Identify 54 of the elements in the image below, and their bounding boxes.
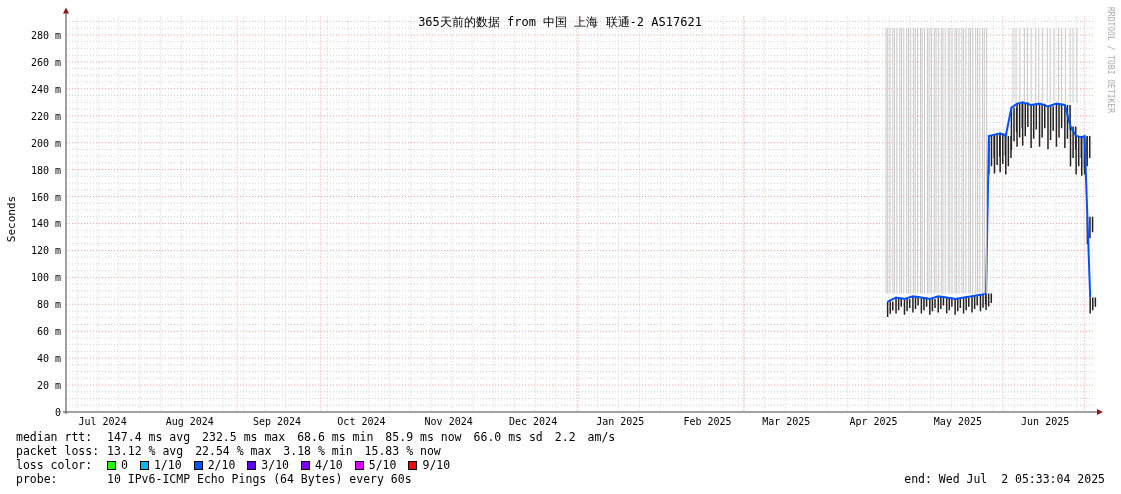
legend-value: 5/10 [368, 458, 397, 472]
legend-value: 0 [121, 458, 128, 472]
legend-value: 2/10 [207, 458, 236, 472]
legend-value: 66.0 ms sd [473, 430, 543, 444]
legend-value: 1/10 [153, 458, 182, 472]
x-tick-label: Oct 2024 [337, 416, 386, 427]
legend-value: 2.2 [554, 430, 576, 444]
legend-value: 3.18 % min [283, 444, 353, 458]
legend-value: 68.6 ms min [297, 430, 374, 444]
x-tick-label: Mar 2025 [762, 416, 811, 427]
x-tick-label: Jan 2025 [596, 416, 645, 427]
legend-value: 232.5 ms max [202, 430, 286, 444]
end-time-text: end: Wed Jul 2 05:33:04 2025 [904, 472, 1105, 486]
chart-title: 365天前的数据 from 中国 上海 联通-2 AS17621 [418, 15, 702, 29]
y-tick-label: 100 m [30, 272, 61, 284]
legend-label: packet loss: [16, 444, 101, 458]
y-tick-label: 120 m [30, 245, 61, 257]
y-tick-label: 180 m [30, 164, 61, 176]
x-tick-label: May 2025 [933, 416, 983, 427]
x-tick-label: Apr 2025 [849, 416, 898, 427]
x-tick-label: Jul 2024 [78, 416, 127, 427]
legend-value: 15.83 % now [364, 444, 441, 458]
y-tick-label: 140 m [30, 218, 61, 230]
y-tick-label: 280 m [30, 29, 61, 41]
y-tick-label: 160 m [30, 191, 61, 203]
y-axis-label: Seconds [5, 195, 18, 243]
legend-value: 85.9 ms now [385, 430, 462, 444]
legend-value: am/s [587, 430, 616, 444]
x-tick-label: Nov 2024 [424, 416, 473, 427]
y-tick-label: 260 m [30, 56, 61, 68]
legend-value: 4/10 [315, 458, 343, 472]
x-tick-label: Dec 2024 [509, 416, 558, 427]
legend-label: median rtt: [16, 430, 94, 444]
x-tick-label: Aug 2024 [165, 416, 214, 427]
y-tick-label: 200 m [30, 137, 61, 149]
y-tick-label: 220 m [30, 110, 61, 122]
legend-value: 3/10 [261, 458, 290, 472]
legend-label: probe: [16, 472, 59, 486]
y-tick-label: 60 m [36, 326, 61, 338]
x-tick-label: Sep 2024 [252, 416, 302, 427]
legend-value: 13.12 % avg [107, 444, 184, 458]
legend-label: loss color: [16, 458, 94, 472]
y-tick-label: 40 m [36, 353, 61, 365]
probe-text: 10 IPv6-ICMP Echo Pings (64 Bytes) every 60s [107, 472, 412, 486]
legend-value: 147.4 ms avg [107, 430, 191, 444]
watermark-text: RRDTOOL / TOBI OETIKER [1106, 7, 1115, 113]
x-tick-label: Jun 2025 [1021, 416, 1070, 427]
y-tick-label: 0 [54, 407, 61, 418]
x-tick-label: Feb 2025 [683, 416, 732, 427]
y-tick-label: 240 m [30, 83, 61, 95]
legend-value: 22.54 % max [195, 444, 272, 458]
y-tick-label: 20 m [36, 380, 61, 392]
legend-value: 9/10 [422, 458, 451, 472]
y-tick-label: 80 m [36, 299, 61, 311]
